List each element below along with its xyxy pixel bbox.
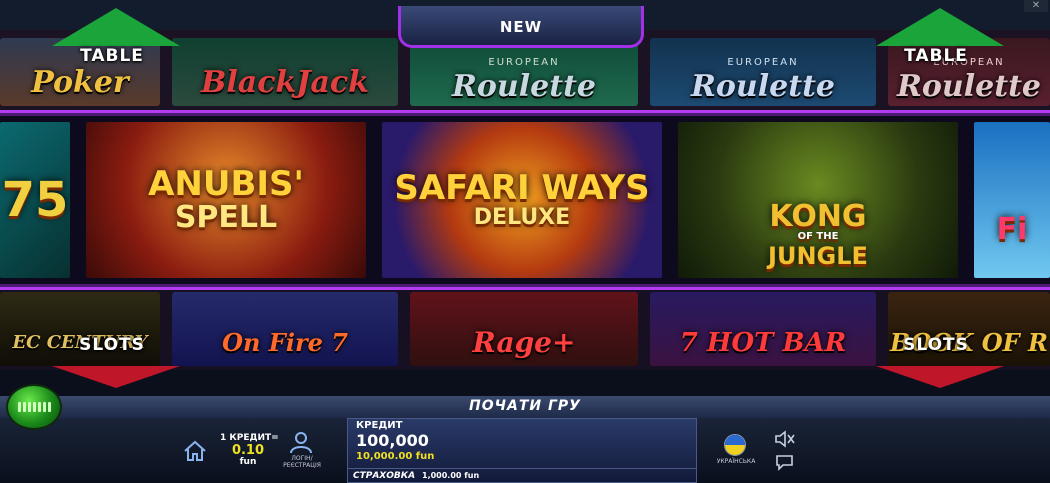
game-thumb-european-roulette[interactable]: EUROPEAN Roulette bbox=[410, 38, 638, 106]
sound-mute-icon[interactable] bbox=[774, 430, 796, 448]
game-thumb-on-fire[interactable]: On Fire 7 bbox=[172, 292, 398, 366]
chat-icon[interactable] bbox=[774, 453, 796, 471]
game-title-block: ANUBIS' SPELL bbox=[148, 167, 304, 233]
featured-card-safari-ways[interactable]: SAFARI WAYS DELUXE bbox=[382, 122, 662, 278]
section-label-slots-right: SLOTS bbox=[903, 335, 969, 355]
scroll-up-arrow-right[interactable] bbox=[876, 8, 1004, 46]
game-name: Poker bbox=[31, 65, 129, 100]
game-title: ANUBIS' bbox=[148, 164, 304, 204]
scroll-down-arrow-right[interactable] bbox=[876, 366, 1004, 388]
game-title: 75 bbox=[1, 172, 69, 228]
game-sup: EUROPEAN bbox=[727, 57, 799, 68]
section-label-table-right: TABLE bbox=[904, 46, 968, 66]
game-thumb-blackjack[interactable]: BlackJack bbox=[172, 38, 398, 106]
close-icon[interactable]: ✕ bbox=[1024, 0, 1048, 12]
featured-card-fi[interactable]: Fi bbox=[974, 122, 1050, 278]
game-name: Roulette bbox=[690, 69, 836, 104]
login-label[interactable]: ЛОГІН/ РЕЄСТРАЦІЯ bbox=[282, 455, 322, 469]
divider bbox=[348, 468, 696, 469]
game-subtitle: JUNGLE bbox=[768, 242, 868, 270]
game-title: KONG bbox=[769, 199, 867, 234]
credit-value: 100,000 bbox=[356, 431, 429, 450]
game-thumb-7-hot-bar[interactable]: 7 HOT BAR bbox=[650, 292, 876, 366]
section-label-table-left: TABLE bbox=[80, 46, 144, 66]
featured-card-75[interactable]: 75 bbox=[0, 122, 70, 278]
start-button[interactable] bbox=[6, 384, 62, 430]
credit-label: КРЕДИТ bbox=[356, 420, 403, 431]
game-name: On Fire 7 bbox=[222, 328, 348, 357]
user-icon[interactable] bbox=[288, 430, 314, 454]
home-icon[interactable] bbox=[182, 440, 208, 462]
scroll-down-arrow-left[interactable] bbox=[52, 366, 180, 388]
game-title: Fi bbox=[996, 212, 1028, 247]
denomination-label: 1 КРЕДИТ= bbox=[220, 433, 279, 443]
featured-card-kong-jungle[interactable]: KONG OF THE JUNGLE bbox=[678, 122, 958, 278]
ukraine-flag-icon[interactable] bbox=[724, 434, 746, 456]
game-thumb-rage[interactable]: Rage+ bbox=[410, 292, 638, 366]
section-label-slots-left: SLOTS bbox=[79, 335, 145, 355]
start-game-label: ПОЧАТИ ГРУ bbox=[469, 398, 581, 414]
language-label[interactable]: УКРАЇНСЬКА bbox=[712, 458, 760, 465]
credit-fun-value: 10,000.00 fun bbox=[356, 451, 435, 462]
featured-card-anubis-spell[interactable]: ANUBIS' SPELL bbox=[86, 122, 366, 278]
game-thumb-european-roulette[interactable]: EUROPEAN Roulette bbox=[650, 38, 876, 106]
game-name: Rage+ bbox=[472, 326, 576, 359]
scroll-up-arrow-left[interactable] bbox=[52, 8, 180, 46]
denomination-value[interactable]: 0.10 bbox=[220, 443, 276, 458]
insurance-label: СТРАХОВКА bbox=[353, 471, 416, 481]
game-name: Roulette bbox=[451, 69, 597, 104]
game-name: Roulette bbox=[896, 69, 1042, 104]
new-tab-label: NEW bbox=[499, 18, 543, 36]
game-subtitle: SPELL bbox=[174, 200, 278, 235]
game-sup: EUROPEAN bbox=[488, 57, 560, 68]
game-name: BlackJack bbox=[201, 65, 369, 100]
game-subtitle: DELUXE bbox=[473, 205, 571, 230]
game-title-block: KONG OF THE JUNGLE bbox=[768, 199, 868, 270]
insurance-value: 1,000.00 fun bbox=[422, 471, 480, 480]
game-name: 7 HOT BAR bbox=[679, 328, 847, 358]
denomination-unit: fun bbox=[239, 457, 257, 467]
game-title-block: SAFARI WAYS DELUXE bbox=[394, 171, 649, 229]
game-title: SAFARI WAYS bbox=[394, 168, 650, 208]
